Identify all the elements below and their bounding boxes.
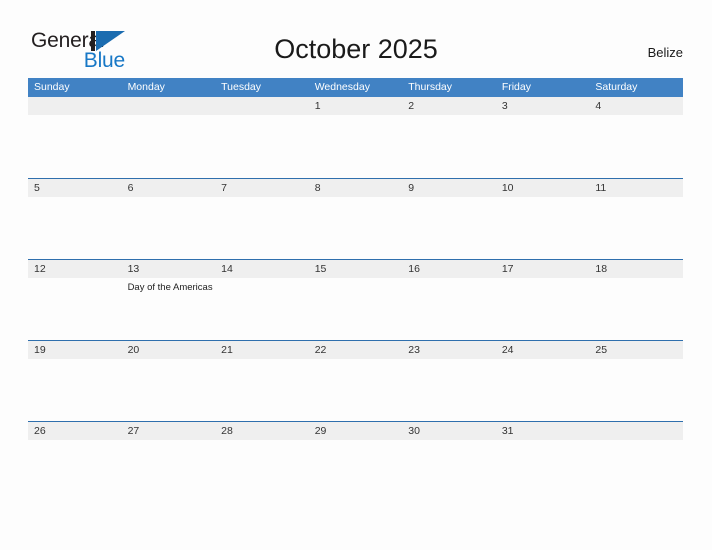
day-cell-20[interactable]: 20	[122, 341, 216, 422]
day-number: 10	[501, 182, 514, 194]
day-cell-empty	[28, 97, 122, 178]
day-cell-13[interactable]: 13 Day of the Americas	[122, 260, 216, 341]
day-cell-10[interactable]: 10	[496, 179, 590, 260]
day-cell-6[interactable]: 6	[122, 179, 216, 260]
day-number: 27	[127, 425, 140, 437]
weekday-header-saturday: Saturday	[595, 81, 638, 93]
day-number: 20	[127, 344, 140, 356]
day-cell-31[interactable]: 31	[496, 422, 590, 503]
day-cell-23[interactable]: 23	[402, 341, 496, 422]
day-cell-28[interactable]: 28	[215, 422, 309, 503]
day-cell-empty	[589, 422, 683, 503]
day-cell-15[interactable]: 15	[309, 260, 403, 341]
day-number: 7	[221, 182, 227, 194]
day-number: 17	[501, 263, 514, 275]
day-number: 4	[595, 100, 602, 112]
day-number: 31	[501, 425, 514, 437]
weekday-header-row: Sunday Monday Tuesday Wednesday Thursday Frid…	[28, 78, 683, 97]
calendar-week-row: 26 27 28 29 30 31	[28, 421, 683, 502]
day-cell-21[interactable]: 21	[215, 341, 309, 422]
day-number: 21	[221, 344, 233, 356]
day-number: 3	[501, 100, 508, 112]
day-number: 6	[127, 182, 134, 194]
weekday-header-thursday: Thursday	[408, 81, 453, 93]
weekday-header-sunday: Sunday	[34, 81, 70, 93]
day-number: 1	[314, 100, 321, 112]
day-cell-9[interactable]: 9	[402, 179, 496, 260]
day-cell-30[interactable]: 30	[402, 422, 496, 503]
day-number: 28	[221, 425, 233, 437]
day-events: Day of the Americas	[128, 281, 214, 294]
day-number: 11	[595, 182, 607, 194]
day-number: 30	[408, 425, 420, 437]
day-number: 9	[408, 182, 415, 194]
calendar-weeks: 1 2 3 4 5 6 7 8 9 10 11 12 13 Day of the Americas 14 15…	[28, 97, 683, 502]
page-header: General Blue October 2025 Belize	[0, 0, 712, 76]
week-cells: 5 6 7 8 9 10 11	[28, 179, 683, 260]
week-cells: 1 2 3 4	[28, 97, 683, 178]
weekday-header-tuesday: Tuesday	[221, 81, 262, 93]
day-cell-17[interactable]: 17	[496, 260, 590, 341]
week-cells: 19 20 21 22 23 24 25	[28, 341, 683, 422]
day-number: 2	[408, 100, 415, 112]
day-cell-19[interactable]: 19	[28, 341, 122, 422]
day-number: 13	[127, 263, 140, 275]
country-label: Belize	[647, 45, 683, 60]
calendar-week-row: 5 6 7 8 9 10 11	[28, 178, 683, 259]
day-cell-25[interactable]: 25	[589, 341, 683, 422]
day-cell-7[interactable]: 7	[215, 179, 309, 260]
day-cell-29[interactable]: 29	[309, 422, 403, 503]
day-number: 24	[501, 344, 514, 356]
day-number: 15	[314, 263, 327, 275]
calendar-week-row: 19 20 21 22 23 24 25	[28, 340, 683, 421]
calendar-page: General Blue October 2025 Belize Sunday M…	[0, 0, 712, 550]
weekday-header-friday: Friday	[501, 81, 531, 93]
weekday-header-monday: Monday	[127, 81, 165, 93]
day-cell-18[interactable]: 18	[589, 260, 683, 341]
day-cell-empty	[122, 97, 216, 178]
day-cell-2[interactable]: 2	[402, 97, 496, 178]
day-cell-26[interactable]: 26	[28, 422, 122, 503]
day-cell-8[interactable]: 8	[309, 179, 403, 260]
day-cell-4[interactable]: 4	[589, 97, 683, 178]
day-cell-5[interactable]: 5	[28, 179, 122, 260]
holiday-label: Day of the Americas	[127, 282, 213, 293]
calendar-week-row: 12 13 Day of the Americas 14 15 16 17 18	[28, 259, 683, 340]
calendar-week-row: 1 2 3 4	[28, 97, 683, 178]
day-number: 16	[408, 263, 420, 275]
day-cell-22[interactable]: 22	[309, 341, 403, 422]
day-cell-3[interactable]: 3	[496, 97, 590, 178]
day-number: 29	[314, 425, 327, 437]
week-cells: 12 13 Day of the Americas 14 15 16 17 18	[28, 260, 683, 341]
day-number: 8	[314, 182, 321, 194]
day-cell-27[interactable]: 27	[122, 422, 216, 503]
day-cell-24[interactable]: 24	[496, 341, 590, 422]
day-cell-1[interactable]: 1	[309, 97, 403, 178]
day-cell-empty	[215, 97, 309, 178]
calendar-grid: Sunday Monday Tuesday Wednesday Thursday Frid…	[28, 78, 683, 502]
day-cell-12[interactable]: 12	[28, 260, 122, 341]
day-number: 14	[221, 263, 233, 275]
day-number: 5	[34, 182, 40, 194]
day-number: 18	[595, 263, 608, 275]
day-cell-11[interactable]: 11	[589, 179, 683, 260]
day-number: 22	[314, 344, 327, 356]
day-number: 19	[34, 344, 46, 356]
page-title: October 2025	[274, 34, 438, 64]
day-number: 26	[34, 425, 46, 437]
day-number: 23	[408, 344, 420, 356]
day-cell-14[interactable]: 14	[215, 260, 309, 341]
day-number: 25	[595, 344, 608, 356]
week-cells: 26 27 28 29 30 31	[28, 422, 683, 503]
day-cell-16[interactable]: 16	[402, 260, 496, 341]
day-number: 12	[34, 263, 46, 275]
weekday-header-wednesday: Wednesday	[314, 81, 370, 93]
